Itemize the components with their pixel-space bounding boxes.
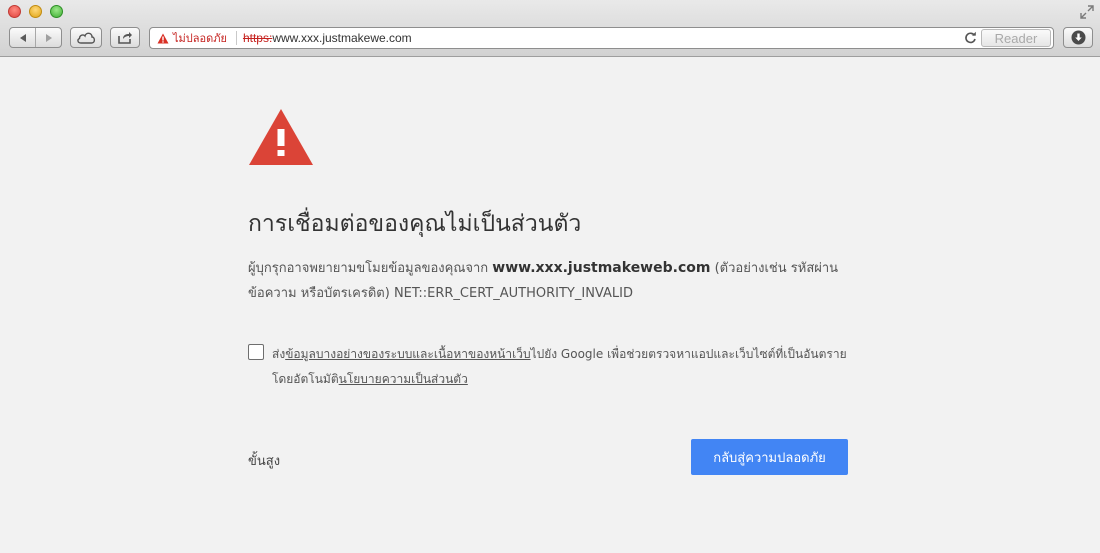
advanced-link[interactable]: ขั้นสูง (248, 450, 280, 471)
security-label: ไม่ปลอดภัย (173, 33, 227, 45)
error-description: ผู้บุกรุกอาจพยายามขโมยข้อมูลของคุณจาก ww… (248, 256, 858, 306)
page-title: การเชื่อมต่อของคุณไม่เป็นส่วนตัว (248, 211, 582, 237)
extended-reporting-optin: ส่งข้อมูลบางอย่างของระบบและเนื้อหาของหน้… (248, 342, 858, 392)
optin-text: ส่งข้อมูลบางอย่างของระบบและเนื้อหาของหน้… (272, 342, 858, 392)
close-window-button[interactable] (8, 5, 21, 18)
zoom-window-button[interactable] (50, 5, 63, 18)
icloud-tabs-button[interactable] (70, 27, 102, 48)
cloud-icon (77, 32, 96, 44)
download-icon (1071, 30, 1085, 45)
system-info-link[interactable]: ข้อมูลบางอย่างของระบบและเนื้อหาของหน้าเว… (285, 347, 530, 361)
forward-arrow-icon (45, 33, 52, 42)
share-icon (118, 31, 132, 44)
back-forward-group (9, 27, 62, 48)
warning-triangle-icon (249, 109, 313, 165)
share-button[interactable] (110, 27, 140, 48)
address-separator (235, 31, 237, 45)
reader-button[interactable]: Reader (981, 29, 1051, 47)
description-text: ผู้บุกรุกอาจพยายามขโมยข้อมูลของคุณจาก (248, 261, 493, 276)
privacy-policy-link[interactable]: นโยบายความเป็นส่วนตัว (339, 372, 468, 386)
url-scheme: https: (242, 31, 273, 45)
back-to-safety-button[interactable]: กลับสู่ความปลอดภัย (691, 439, 848, 475)
optin-prefix: ส่ง (272, 347, 286, 361)
security-indicator[interactable]: ไม่ปลอดภัย (150, 29, 227, 47)
downloads-button[interactable] (1063, 27, 1093, 48)
extended-reporting-checkbox[interactable] (248, 344, 264, 360)
browser-toolbar: ไม่ปลอดภัย https: www.xxx.justmakewe.com… (0, 0, 1100, 57)
warning-triangle-icon (157, 33, 169, 43)
back-button[interactable] (10, 28, 35, 47)
forward-button[interactable] (35, 28, 61, 47)
url-host: www.xxx.justmakewe.com (272, 31, 412, 45)
reload-icon[interactable] (964, 31, 977, 47)
target-domain: www.xxx.justmakeweb.com (492, 260, 711, 276)
fullscreen-icon[interactable] (1080, 4, 1094, 19)
minimize-window-button[interactable] (29, 5, 42, 18)
address-bar[interactable]: ไม่ปลอดภัย https: www.xxx.justmakewe.com… (149, 27, 1054, 49)
back-arrow-icon (19, 33, 26, 42)
